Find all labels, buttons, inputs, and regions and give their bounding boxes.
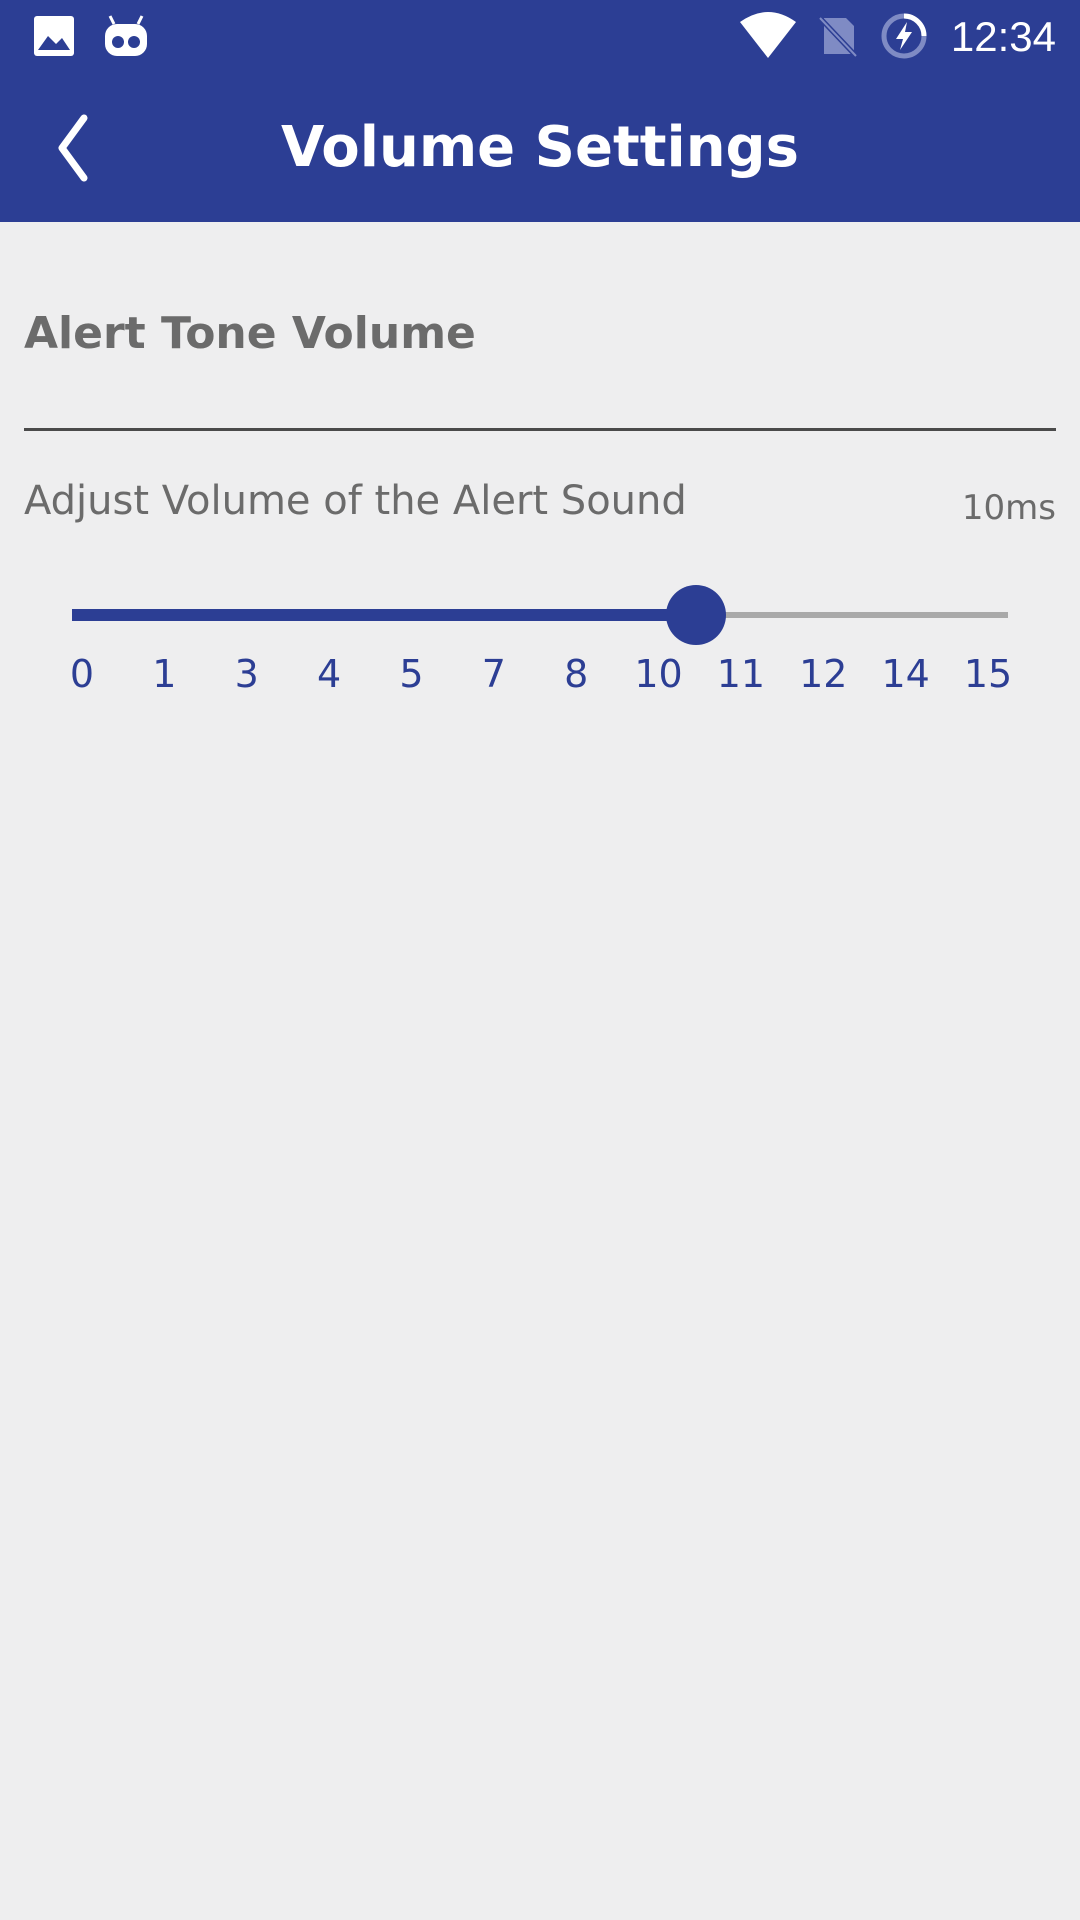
slider-thumb[interactable] xyxy=(666,585,726,645)
section-title: Alert Tone Volume xyxy=(24,308,476,359)
status-time: 12:34 xyxy=(950,13,1056,60)
robot-icon xyxy=(105,15,147,56)
slider-tick-label: 15 xyxy=(963,652,1013,696)
status-bar: 12:34 xyxy=(0,0,1080,74)
back-button[interactable] xyxy=(44,110,116,186)
slider-tick-label: 10 xyxy=(634,652,683,696)
slider-tick-label: 3 xyxy=(234,652,259,696)
volume-slider[interactable]: 0 1 3 4 5 7 8 10 11 12 14 15 xyxy=(0,570,1080,710)
page-title: Volume Settings xyxy=(281,115,799,180)
battery-charging-icon xyxy=(881,13,927,59)
no-sim-icon xyxy=(818,16,858,58)
slider-tick-label: 7 xyxy=(481,652,506,696)
slider-tick-label: 11 xyxy=(716,652,766,696)
chevron-left-icon xyxy=(58,114,88,182)
setting-label: Adjust Volume of the Alert Sound xyxy=(24,478,687,524)
slider-tick-label: 4 xyxy=(316,652,342,696)
divider xyxy=(24,428,1056,431)
slider-track-fill xyxy=(72,609,696,621)
setting-value: 10ms xyxy=(961,488,1056,528)
app-bar: Volume Settings xyxy=(0,74,1080,222)
slider-tick-label: 5 xyxy=(399,652,424,696)
slider-tick-label: 0 xyxy=(69,652,95,696)
slider-tick-label: 1 xyxy=(152,652,177,696)
slider-tick-label: 8 xyxy=(564,652,589,696)
slider-tick-label: 12 xyxy=(799,652,848,696)
wifi-icon xyxy=(740,12,796,58)
slider-tick-label: 14 xyxy=(881,652,930,696)
image-icon xyxy=(34,16,74,56)
